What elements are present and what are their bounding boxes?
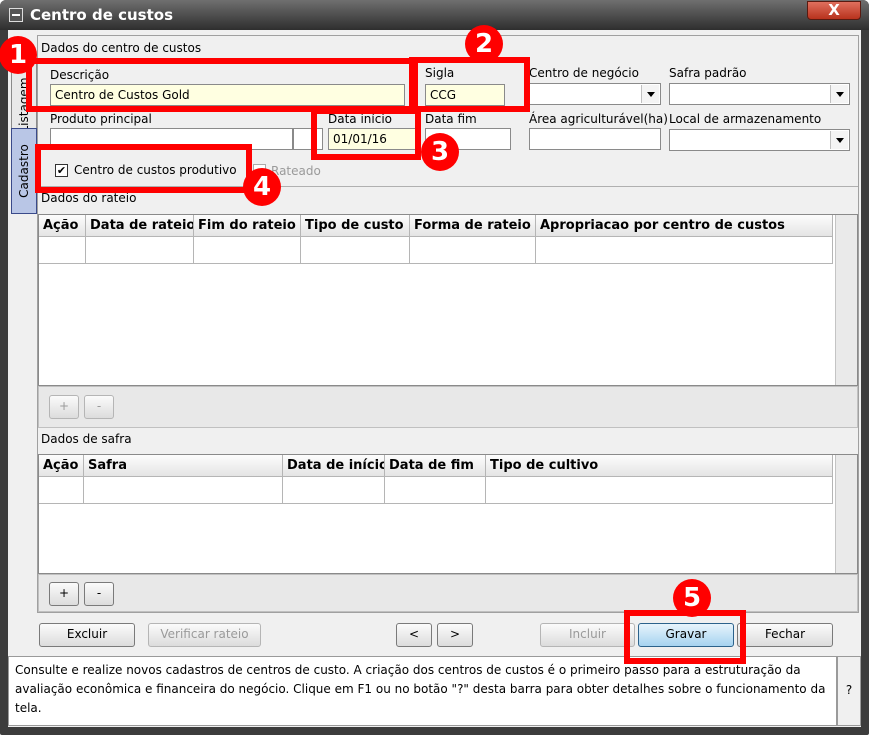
incluir-button[interactable]: Incluir xyxy=(540,623,635,647)
window: Centro de custos X Listagem Cadastro Dad… xyxy=(0,0,869,735)
previous-button[interactable]: < xyxy=(396,623,432,647)
safra-padrao-select[interactable] xyxy=(669,83,850,105)
annotation-box-3 xyxy=(311,108,421,160)
fechar-button[interactable]: Fechar xyxy=(737,623,833,647)
safra-toolbar: + - xyxy=(38,574,858,612)
annotation-box-4 xyxy=(35,144,252,193)
section-title-centro: Dados do centro de custos xyxy=(41,41,202,55)
close-button[interactable]: X xyxy=(807,1,861,20)
table-cell[interactable] xyxy=(194,237,301,264)
verificar-rateio-button[interactable]: Verificar rateio xyxy=(148,623,261,647)
table-cell[interactable] xyxy=(84,477,283,504)
safra-header-data-fim[interactable]: Data de fim xyxy=(385,455,486,477)
centro-negocio-select[interactable] xyxy=(529,83,661,105)
excluir-button[interactable]: Excluir xyxy=(39,623,135,647)
annotation-badge-1: 1 xyxy=(0,36,37,74)
next-button[interactable]: > xyxy=(437,623,473,647)
table-cell[interactable] xyxy=(486,477,833,504)
annotation-badge-4: 4 xyxy=(243,168,281,206)
annotation-badge-3: 3 xyxy=(421,133,459,171)
section-title-safra: Dados de safra xyxy=(41,432,132,446)
table-cell[interactable] xyxy=(39,477,84,504)
rateio-header-tipo[interactable]: Tipo de custo xyxy=(301,215,410,237)
rateio-header-acao[interactable]: Ação xyxy=(39,215,86,237)
rateio-grid[interactable]: Ação Data de rateio Fim do rateio Tipo d… xyxy=(38,214,858,386)
rateio-header-fim[interactable]: Fim do rateio xyxy=(194,215,301,237)
help-text: Consulte e realize novos cadastros de ce… xyxy=(8,656,837,726)
annotation-box-2 xyxy=(409,57,530,112)
chevron-down-icon[interactable] xyxy=(830,85,848,103)
local-armazenamento-select[interactable] xyxy=(669,129,850,151)
label-rateado: Rateado xyxy=(271,164,321,178)
chevron-down-icon[interactable] xyxy=(641,85,659,103)
tab-cadastro[interactable]: Cadastro xyxy=(11,128,37,214)
table-cell[interactable] xyxy=(410,237,536,264)
safra-header-acao[interactable]: Ação xyxy=(39,455,84,477)
safra-add-button[interactable]: + xyxy=(49,582,79,606)
table-cell[interactable] xyxy=(86,237,194,264)
help-button[interactable]: ? xyxy=(837,656,861,726)
table-cell[interactable] xyxy=(536,237,833,264)
label-data-fim: Data fim xyxy=(425,112,477,126)
vertical-scrollbar[interactable] xyxy=(835,215,857,385)
rateio-header-forma[interactable]: Forma de rateio xyxy=(410,215,536,237)
annotation-box-1 xyxy=(26,58,418,112)
safra-header-data-inicio[interactable]: Data de início xyxy=(283,455,385,477)
window-menu-icon[interactable] xyxy=(9,8,23,22)
label-area-agricultavel: Área agriculturável(ha) xyxy=(529,112,668,126)
label-centro-negocio: Centro de negócio xyxy=(529,66,639,80)
rateio-add-button[interactable]: + xyxy=(49,395,79,419)
window-title: Centro de custos xyxy=(30,6,173,24)
form-panel: Dados do centro de custos Descrição Cent… xyxy=(37,35,859,613)
safra-remove-button[interactable]: - xyxy=(84,582,114,606)
annotation-badge-2: 2 xyxy=(465,25,503,63)
table-cell[interactable] xyxy=(39,237,86,264)
chevron-down-icon[interactable] xyxy=(830,131,848,149)
table-cell[interactable] xyxy=(385,477,486,504)
vertical-scrollbar[interactable] xyxy=(835,455,857,573)
section-title-rateio: Dados do rateio xyxy=(41,191,137,205)
annotation-badge-5: 5 xyxy=(673,579,711,617)
rateio-toolbar: + - xyxy=(38,386,858,428)
title-bar: Centro de custos X xyxy=(0,0,869,30)
label-produto-principal: Produto principal xyxy=(50,112,152,126)
rateio-header-data[interactable]: Data de rateio xyxy=(86,215,194,237)
tab-cadastro-label: Cadastro xyxy=(17,144,31,198)
safra-header-safra[interactable]: Safra xyxy=(84,455,283,477)
table-cell[interactable] xyxy=(283,477,385,504)
table-cell[interactable] xyxy=(301,237,410,264)
annotation-box-5 xyxy=(624,610,746,664)
rateio-header-apropriacao[interactable]: Apropriacao por centro de custos xyxy=(536,215,833,237)
safra-header-tipo-cultivo[interactable]: Tipo de cultivo xyxy=(486,455,833,477)
label-safra-padrao: Safra padrão xyxy=(669,66,747,80)
rateio-remove-button[interactable]: - xyxy=(84,395,114,419)
safra-grid[interactable]: Ação Safra Data de início Data de fim Ti… xyxy=(38,454,858,574)
label-local-armazenamento: Local de armazenamento xyxy=(669,112,822,126)
area-agricultavel-field[interactable] xyxy=(529,128,661,150)
